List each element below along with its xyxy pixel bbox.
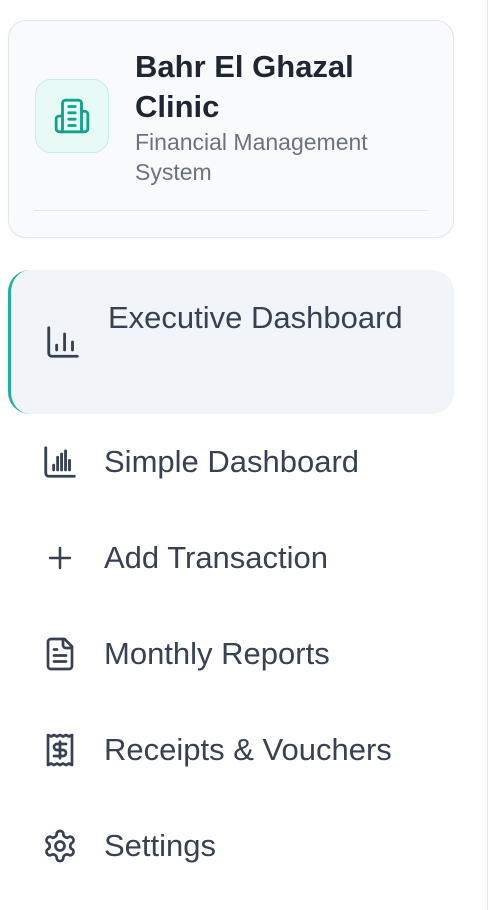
nav-item-label: Monthly Reports xyxy=(104,636,330,671)
building-icon xyxy=(53,97,91,135)
nav-item-label: Simple Dashboard xyxy=(104,444,360,479)
nav-item-simple-dashboard[interactable]: Simple Dashboard xyxy=(8,438,454,486)
nav-item-monthly-reports[interactable]: Monthly Reports xyxy=(8,630,454,678)
nav-item-settings[interactable]: Settings xyxy=(8,822,454,870)
nav-item-label: Receipts & Vouchers xyxy=(104,732,392,767)
nav-item-label: Settings xyxy=(104,828,217,863)
nav-item-label: Executive Dashboard xyxy=(108,300,403,335)
nav-item-add-transaction[interactable]: Add Transaction xyxy=(8,534,454,582)
brand-divider xyxy=(34,210,428,211)
bar-chart-icon xyxy=(43,322,83,362)
gear-icon xyxy=(40,826,80,866)
brand-title: Bahr El Ghazal Clinic xyxy=(135,49,354,124)
bar-chart-icon xyxy=(40,442,80,482)
file-text-icon xyxy=(40,634,80,674)
sidebar: Bahr El Ghazal Clinic Financial Manageme… xyxy=(0,0,504,910)
brand-subtitle: Financial Management System xyxy=(135,129,368,185)
plus-icon xyxy=(40,538,80,578)
nav-item-receipts-vouchers[interactable]: Receipts & Vouchers xyxy=(8,726,454,774)
sidebar-border xyxy=(487,0,488,910)
nav-item-executive-dashboard[interactable]: Executive Dashboard xyxy=(8,270,454,414)
nav-item-label: Add Transaction xyxy=(104,540,329,575)
brand-card: Bahr El Ghazal Clinic Financial Manageme… xyxy=(8,20,454,238)
receipt-icon xyxy=(40,730,80,770)
brand-logo xyxy=(35,79,109,153)
